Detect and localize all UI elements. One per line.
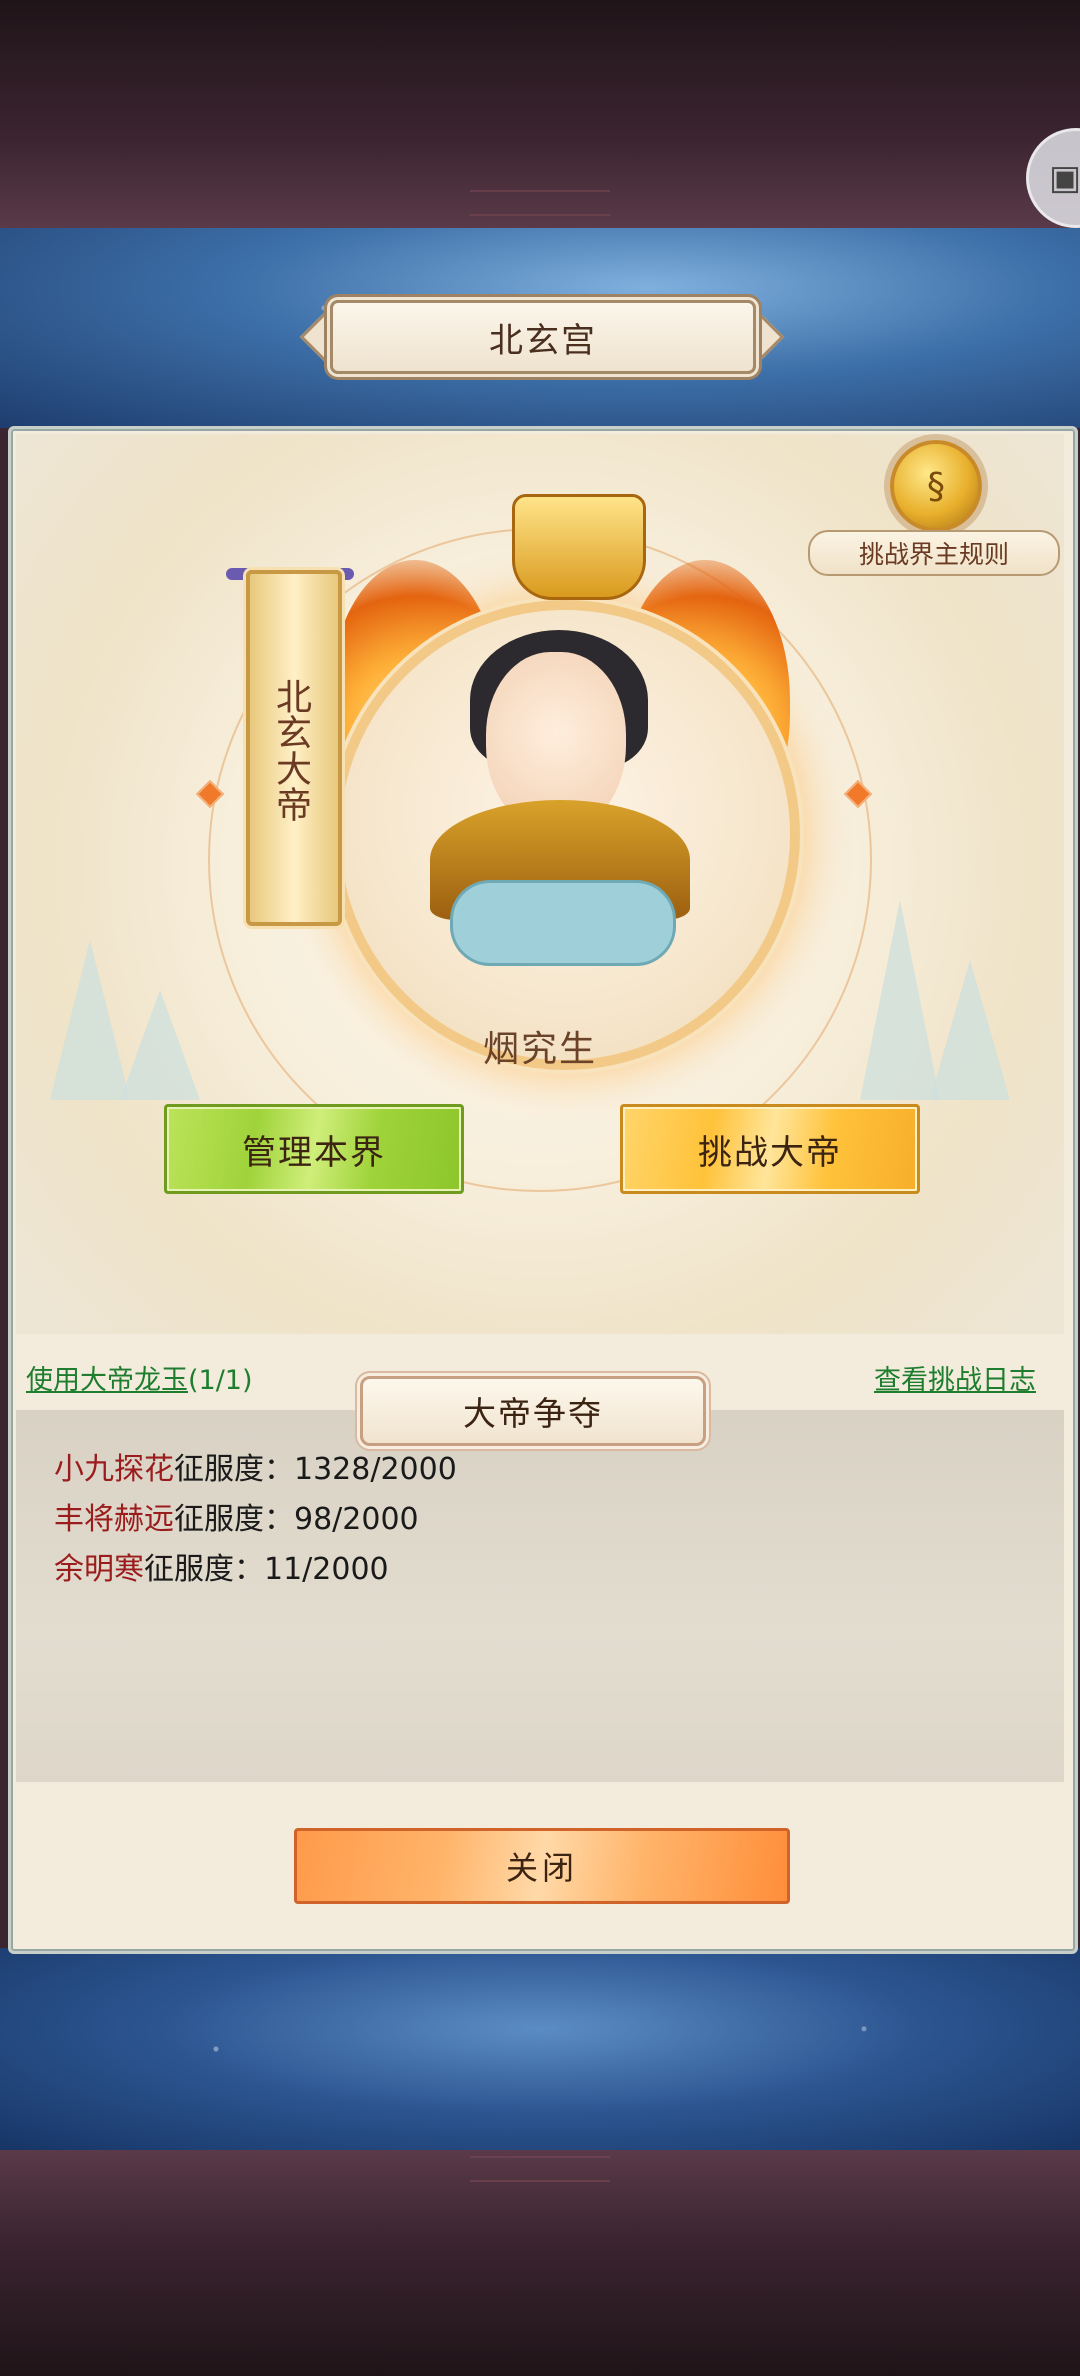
sky-footer-background [0,1948,1080,2150]
bottom-ornament [470,2156,610,2182]
mountain-left [50,940,130,1100]
mountain-left-small [120,990,200,1100]
contender-name: 小九探花 [54,1452,174,1487]
conquest-progress: 98/2000 [294,1502,419,1537]
contest-entry: 丰将赫远征服度：98/2000 [54,1494,419,1538]
conquest-label: 征服度： [174,1452,294,1487]
mountain-right [860,900,940,1100]
contest-entry: 余明寒征服度：11/2000 [54,1544,389,1588]
contender-name: 余明寒 [54,1552,144,1587]
use-jade-count: (1/1) [188,1365,253,1396]
conquest-label: 征服度： [144,1552,264,1587]
top-ornament [470,190,610,216]
mountain-right-small [930,960,1010,1100]
page-title: 北玄宫 [330,300,756,374]
conquest-progress: 11/2000 [264,1552,389,1587]
conquest-progress: 1328/2000 [294,1452,457,1487]
portrait-cloud-base [450,880,676,966]
section-title-contest: 大帝争夺 [360,1376,706,1446]
use-jade-label[interactable]: 使用大帝龙玉 [26,1365,188,1396]
contender-name: 丰将赫远 [54,1502,174,1537]
conquest-label: 征服度： [174,1502,294,1537]
ruler-name: 烟究生 [482,1029,597,1070]
view-challenge-log-link[interactable]: 查看挑战日志 [874,1358,1036,1397]
use-jade-link[interactable]: 使用大帝龙玉(1/1) [26,1358,253,1397]
bottom-backdrop [0,2150,1080,2376]
contest-entry: 小九探花征服度：1328/2000 [54,1444,457,1488]
close-button[interactable]: 关闭 [294,1828,790,1904]
scroll-rules-icon[interactable]: § [890,440,982,532]
emperor-title-text: 北玄大帝 [270,678,311,822]
challenge-rules-button[interactable]: 挑战界主规则 [808,530,1060,576]
crown-icon [512,494,646,600]
manage-realm-button[interactable]: 管理本界 [164,1104,464,1194]
challenge-emperor-button[interactable]: 挑战大帝 [620,1104,920,1194]
